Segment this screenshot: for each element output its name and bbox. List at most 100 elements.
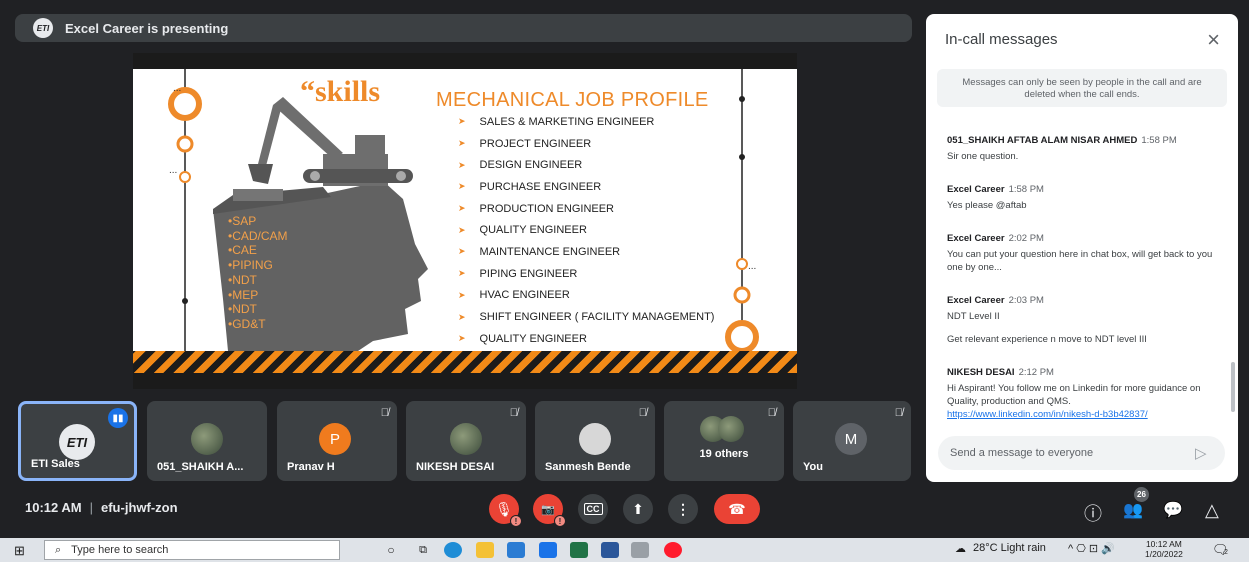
participant-tile-nikesh[interactable]: 🎙̸ NIKESH DESAI <box>406 401 526 481</box>
svg-text:...: ... <box>173 83 181 94</box>
notification-count: 2 <box>1224 549 1228 556</box>
file-explorer-icon[interactable] <box>476 542 494 558</box>
arrow-icon: ➤ <box>458 333 466 344</box>
message-sender: 051_SHAIKH AFTAB ALAM NISAR AHMED <box>947 135 1138 146</box>
chat-message: 051_SHAIKH AFTAB ALAM NISAR AHMED 1:58 PM… <box>947 130 1217 163</box>
participant-name: 051_SHAIKH A... <box>157 461 244 473</box>
system-tray-icons[interactable]: ^ ⎔ ⊡ 🔊 <box>1068 542 1115 555</box>
chrome-icon[interactable] <box>631 542 649 558</box>
more-options-button[interactable]: ⋮ <box>668 494 698 524</box>
chat-scrollbar[interactable] <box>1231 362 1235 412</box>
present-now-button[interactable]: ⬆ <box>623 494 653 524</box>
list-item: ➤ QUALITY ENGINEER <box>458 332 587 345</box>
message-time: 1:58 PM <box>1008 184 1044 195</box>
list-item: •SAP <box>228 214 257 228</box>
arrow-icon: ➤ <box>458 224 466 235</box>
taskbar-search[interactable]: ⌕ Type here to search <box>44 540 340 560</box>
meeting-details-icon[interactable]: ⓘ <box>1084 500 1102 526</box>
participant-tile-others[interactable]: 🎙̸ 19 others <box>664 401 784 481</box>
meeting-time: 10:12 AM <box>25 500 82 515</box>
participant-name: NIKESH DESAI <box>416 461 495 473</box>
chat-message-input[interactable] <box>938 436 1225 470</box>
participant-tile-eti-sales[interactable]: ▮▮ ETI ETI Sales <box>18 401 137 481</box>
list-item: ➤ PIPING ENGINEER <box>458 267 578 280</box>
list-item: ➤ PURCHASE ENGINEER <box>458 180 602 193</box>
participant-tile-pranav[interactable]: 🎙̸ P Pranav H <box>277 401 397 481</box>
presenting-label: Excel Career is presenting <box>65 20 229 36</box>
edge-icon[interactable] <box>444 542 462 558</box>
windows-taskbar: ⊞ ⌕ Type here to search ○ ⧉ ☁ 28°C Light… <box>0 538 1249 562</box>
activities-icon[interactable]: △ <box>1205 500 1219 521</box>
list-item: •CAD/CAM <box>228 228 288 243</box>
present-icon: ⬆ <box>632 500 644 517</box>
arrow-icon: ➤ <box>458 246 466 257</box>
message-link[interactable]: https://www.linkedin.com/in/nikesh-d-b3b… <box>947 408 1217 421</box>
meeting-code: efu-jhwf-zon <box>101 500 178 515</box>
list-item: ➤ PROJECT ENGINEER <box>458 137 592 150</box>
mic-toggle-button[interactable]: 🎙 ! <box>489 494 522 527</box>
message-time: 2:02 PM <box>1008 233 1044 244</box>
list-item: •PIPING <box>228 258 273 273</box>
office-icon[interactable] <box>601 542 619 558</box>
mic-off-icon: 🎙̸ <box>638 407 647 419</box>
mic-off-icon: 🎙̸ <box>380 407 389 419</box>
job-profile-list: ➤ SALES & MARKETING ENGINEER ➤ PROJECT ENG… <box>458 111 714 350</box>
send-icon[interactable]: ▷ <box>1195 444 1207 462</box>
speaking-indicator-icon: ▮▮ <box>108 408 128 428</box>
avatar <box>718 416 744 442</box>
participant-name: Pranav H <box>287 461 335 473</box>
chat-message: Excel Career 2:03 PM NDT Level II Get rel… <box>947 290 1217 346</box>
mail-icon[interactable] <box>539 542 557 558</box>
in-call-messages-panel: In-call messages × Messages can only be … <box>926 14 1238 482</box>
participant-name: You <box>803 461 823 473</box>
slide-title: MECHANICAL JOB PROFILE <box>436 89 709 111</box>
presenting-banner: ETI Excel Career is presenting <box>15 14 912 42</box>
list-item: ➤ QUALITY ENGINEER <box>458 224 587 237</box>
message-text: Yes please @aftab <box>947 200 1027 211</box>
message-text: Sir one question. <box>947 151 1019 162</box>
slide-content: ... ... ... “skills MECHANICAL JOB PROFI… <box>133 69 797 351</box>
chat-icon[interactable]: 💬 <box>1163 500 1183 520</box>
excel-icon[interactable] <box>570 542 588 558</box>
arrow-icon: ➤ <box>458 159 466 170</box>
message-text: You can put your question here in chat b… <box>947 249 1213 273</box>
captions-icon: CC <box>583 503 603 515</box>
windows-start-icon[interactable]: ⊞ <box>14 543 25 559</box>
chat-message: NIKESH DESAI 2:12 PM Hi Aspirant! You fol… <box>947 362 1217 421</box>
task-view-icon[interactable]: ⧉ <box>414 542 432 558</box>
search-icon: ⌕ <box>55 543 62 556</box>
clock-time: 10:12 AM <box>1145 539 1182 549</box>
list-item: ➤ HVAC ENGINEER <box>458 289 570 302</box>
svg-text:...: ... <box>169 165 177 176</box>
weather-icon: ☁ <box>955 543 966 555</box>
participant-tile-shaikh[interactable]: 051_SHAIKH A... <box>147 401 267 481</box>
warning-icon: ! <box>554 515 566 527</box>
store-icon[interactable] <box>507 542 525 558</box>
message-time: 2:03 PM <box>1008 295 1044 306</box>
list-item: ➤ DESIGN ENGINEER <box>458 159 583 172</box>
message-time: 2:12 PM <box>1018 367 1054 378</box>
leave-call-button[interactable]: ☎ <box>714 494 760 524</box>
cortana-icon[interactable]: ○ <box>382 542 400 558</box>
mic-off-icon: 🎙̸ <box>767 407 776 419</box>
chat-message: Excel Career 2:02 PM You can put your que… <box>947 228 1217 274</box>
avatar <box>191 423 223 455</box>
presenter-logo: ETI <box>33 18 53 38</box>
list-item: •NDT <box>228 302 257 317</box>
skill-list: •SAP •CAD/CAM •CAE •PIPING •NDT •MEP •ND… <box>228 214 288 332</box>
avatar: ETI <box>59 424 95 460</box>
people-icon[interactable]: 👥 <box>1123 500 1143 520</box>
opera-icon[interactable] <box>664 542 682 558</box>
list-item: ➤ SHIFT ENGINEER ( FACILITY MANAGEMENT) <box>458 311 715 324</box>
arrow-icon: ➤ <box>458 289 466 300</box>
hazard-stripe <box>133 351 797 373</box>
arrow-icon: ➤ <box>458 311 466 322</box>
captions-button[interactable]: CC <box>578 494 608 524</box>
participant-tile-you[interactable]: 🎙̸ M You <box>793 401 911 481</box>
taskbar-clock[interactable]: 10:12 AM 1/20/2022 <box>1145 539 1183 559</box>
participant-tile-sanmesh[interactable]: 🎙̸ Sanmesh Bende <box>535 401 655 481</box>
message-sender: Excel Career <box>947 295 1005 306</box>
close-icon[interactable]: × <box>1207 27 1220 53</box>
camera-toggle-button[interactable]: 📷 ! <box>533 494 566 527</box>
weather-text[interactable]: 28°C Light rain <box>973 542 1046 554</box>
